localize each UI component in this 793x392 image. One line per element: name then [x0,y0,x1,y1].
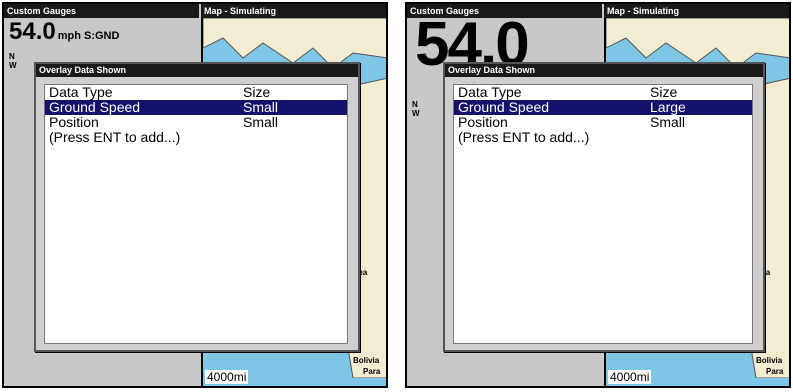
position-glyphs: N W [9,52,17,70]
map-label-bolivia: Bolivia [353,356,380,365]
map-scale: 4000mi [608,370,652,384]
overlay-data-list: Data Type Size Ground Speed Large Positi… [453,84,753,344]
map-label-para: Para [766,367,784,376]
screen-right: Custom Gauges Map - Simulating 54.0 N W … [405,2,791,388]
header-data-type: Data Type [458,84,522,100]
list-item-type: Position [49,114,99,130]
list-item-position[interactable]: Position Small [454,115,752,130]
screen-left: Custom Gauges Map - Simulating 54.0 mph S… [2,2,388,388]
position-glyphs: N W [412,100,420,118]
map-scale: 4000mi [205,370,249,384]
speed-readout: 54.0 mph S:GND [9,18,119,46]
map-pane-title: Map - Simulating [201,4,386,18]
list-item-ground-speed[interactable]: Ground Speed Large [454,100,752,115]
add-item-hint[interactable]: (Press ENT to add...) [45,130,347,145]
list-item-ground-speed[interactable]: Ground Speed Small [45,100,347,115]
west-glyph: W [9,61,17,70]
overlay-data-dialog: Overlay Data Shown Data Type Size Ground… [443,62,765,352]
north-glyph: N [9,52,15,61]
gauge-pane-title: Custom Gauges [4,4,199,18]
header-size: Size [650,84,678,100]
list-item-size: Small [650,114,686,130]
hint-text: (Press ENT to add...) [49,129,181,145]
list-item-size: Large [650,99,686,115]
header-data-type: Data Type [49,84,113,100]
header-size: Size [243,84,271,100]
list-item-position[interactable]: Position Small [45,115,347,130]
map-pane-title: Map - Simulating [604,4,789,18]
list-item-type: Ground Speed [458,99,550,115]
map-label-para: Para [363,367,381,376]
overlay-data-list: Data Type Size Ground Speed Small Positi… [44,84,348,344]
add-item-hint[interactable]: (Press ENT to add...) [454,130,752,145]
list-item-size: Small [243,114,279,130]
dialog-title: Overlay Data Shown [445,64,763,77]
overlay-data-dialog: Overlay Data Shown Data Type Size Ground… [34,62,360,352]
speed-unit: mph S:GND [57,30,120,42]
list-item-type: Position [458,114,508,130]
west-glyph: W [412,109,420,118]
dialog-title: Overlay Data Shown [36,64,358,77]
list-header: Data Type Size [45,85,347,100]
list-item-type: Ground Speed [49,99,141,115]
hint-text: (Press ENT to add...) [458,129,590,145]
map-label-bolivia: Bolivia [756,356,783,365]
north-glyph: N [412,100,418,109]
list-item-size: Small [243,99,279,115]
speed-value: 54.0 [9,18,56,45]
list-header: Data Type Size [454,85,752,100]
